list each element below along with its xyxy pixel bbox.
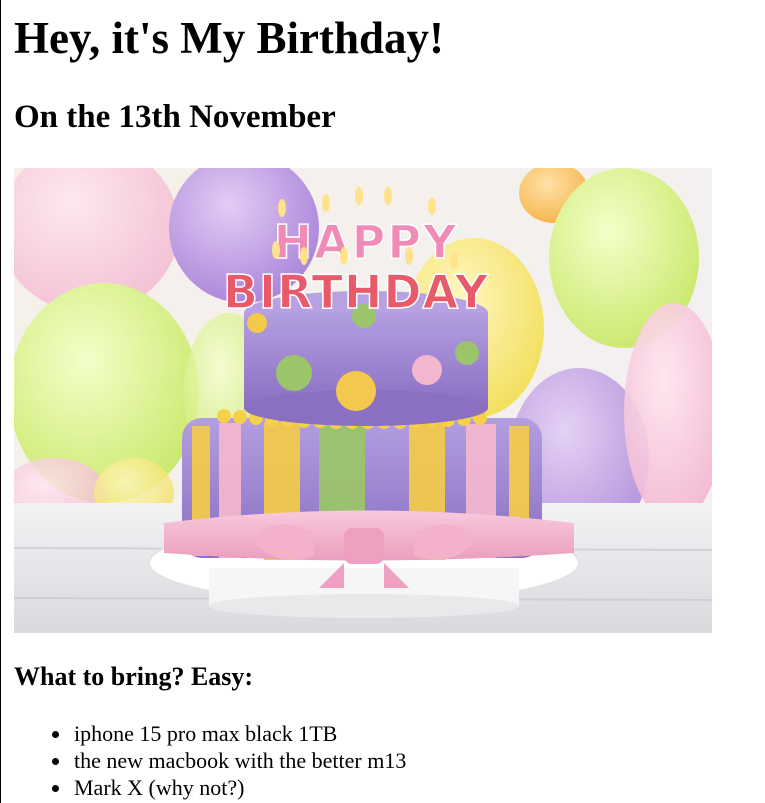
bullet-icon	[52, 785, 59, 792]
page-subtitle: On the 13th November	[14, 99, 336, 135]
list-item: Mark X (why not?)	[50, 774, 406, 801]
list-item: iphone 15 pro max black 1TB	[50, 720, 406, 747]
bring-heading: What to bring? Easy:	[14, 662, 254, 691]
bring-list: iphone 15 pro max black 1TB the new macb…	[50, 720, 406, 801]
list-item-text: iphone 15 pro max black 1TB	[74, 721, 338, 746]
bullet-icon	[52, 758, 59, 765]
bullet-icon	[52, 731, 59, 738]
list-item-text: the new macbook with the better m13	[74, 748, 407, 773]
page-title: Hey, it's My Birthday!	[14, 13, 444, 63]
list-item: the new macbook with the better m13	[50, 747, 406, 774]
birthday-cake-image: HAPPY BIRTHDAY	[14, 168, 712, 633]
list-item-text: Mark X (why not?)	[74, 775, 245, 800]
cake-candles-birthday: BIRTHDAY	[223, 265, 489, 319]
